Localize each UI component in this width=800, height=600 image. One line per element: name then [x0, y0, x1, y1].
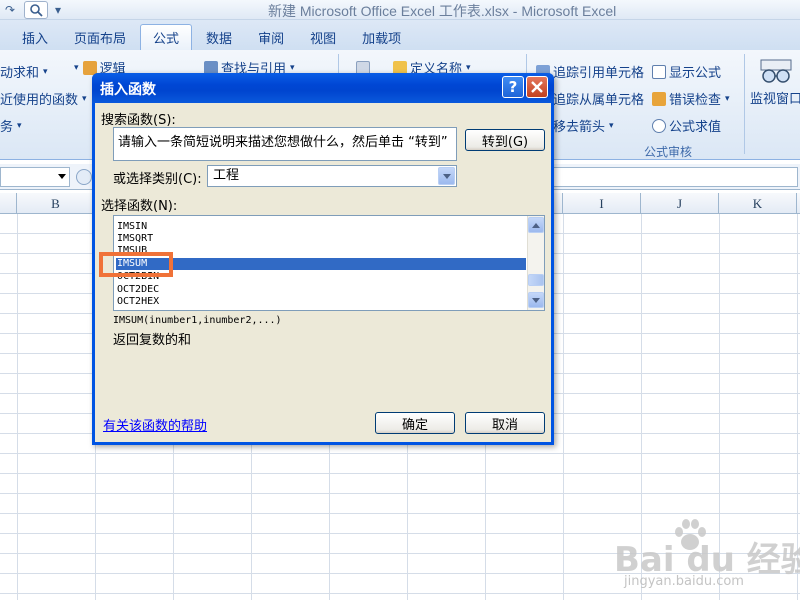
category-value: 工程	[213, 168, 240, 183]
chevron-down-icon: ▾	[82, 93, 87, 104]
error-checking-button[interactable]: 错误检查 ▾	[652, 89, 730, 108]
ribbon-tabs: 插入 页面布局 公式 数据 审阅 视图 加载项	[0, 20, 800, 50]
recent-functions-label: 近使用的函数	[0, 93, 79, 108]
tab-addins[interactable]: 加载项	[350, 24, 413, 50]
list-item[interactable]: IMSUB	[116, 245, 526, 257]
dialog-title-bar[interactable]: 插入函数 ?	[92, 73, 554, 103]
chevron-down-icon[interactable]	[58, 174, 66, 179]
scrollbar[interactable]	[527, 216, 544, 310]
watch-window-label: 监视窗口	[750, 92, 800, 107]
qat-dropdown-icon[interactable]: ▾	[48, 2, 68, 19]
autosum-button[interactable]: 动求和 ▾	[0, 62, 48, 81]
annotation-highlight	[99, 252, 173, 277]
close-button[interactable]	[526, 76, 548, 98]
chevron-down-icon: ▾	[43, 66, 48, 77]
goto-button[interactable]: 转到(G)	[465, 129, 545, 151]
chevron-down-icon: ▾	[17, 120, 22, 131]
search-icon[interactable]	[24, 1, 48, 19]
search-label: 搜索函数(S):	[101, 113, 176, 128]
tab-page-layout[interactable]: 页面布局	[62, 24, 138, 50]
tab-formulas[interactable]: 公式	[140, 24, 193, 50]
evaluate-formula-button[interactable]: 公式求值	[652, 116, 721, 135]
list-item[interactable]: OCT2HEX	[116, 296, 526, 308]
function-list-label: 选择函数(N):	[101, 199, 178, 214]
quick-access-toolbar: ↷ ▾	[0, 0, 68, 20]
category-label: 或选择类别(C):	[113, 172, 202, 187]
dialog-title: 插入函数	[100, 82, 156, 98]
column-header-j[interactable]: J	[641, 193, 719, 214]
tab-insert[interactable]: 插入	[10, 24, 60, 50]
close-icon	[531, 81, 543, 93]
watermark: Bai du 经验 jingyan.baidu.com	[614, 518, 800, 600]
category-select[interactable]: 工程	[207, 165, 457, 187]
cancel-button[interactable]: 取消	[465, 412, 545, 434]
finance-label: 务	[0, 120, 14, 135]
column-header-k[interactable]: K	[719, 193, 797, 214]
glasses-icon	[759, 58, 793, 84]
tab-review[interactable]: 审阅	[246, 24, 296, 50]
insert-function-dialog: 插入函数 ? 搜索函数(S): 请输入一条简短说明来描述您想做什么，然后单击 “…	[92, 73, 554, 445]
chevron-down-icon: ▾	[466, 62, 471, 73]
chevron-down-icon[interactable]	[438, 167, 455, 185]
fx-cancel-icon[interactable]	[76, 169, 92, 185]
tab-view[interactable]: 视图	[298, 24, 348, 50]
redo-icon[interactable]: ↷	[0, 2, 20, 19]
list-item[interactable]: OCT2DEC	[116, 284, 526, 296]
trace-dependents-label: 追踪从属单元格	[553, 93, 645, 108]
ribbon-separator	[744, 54, 745, 154]
title-bar: ↷ ▾ 新建 Microsoft Office Excel 工作表.xlsx -…	[0, 0, 800, 20]
scroll-thumb[interactable]	[528, 274, 544, 286]
show-formulas-label: 显示公式	[669, 66, 722, 81]
function-description: 返回复数的和	[113, 333, 192, 348]
window-title: 新建 Microsoft Office Excel 工作表.xlsx - Mic…	[268, 3, 617, 19]
list-item[interactable]: OCT2BIN	[116, 271, 526, 283]
search-input[interactable]: 请输入一条简短说明来描述您想做什么，然后单击 “转到”	[113, 127, 457, 161]
logical-icon	[82, 60, 97, 75]
evaluate-formula-label: 公式求值	[669, 120, 722, 135]
chevron-down-icon: ▾	[290, 62, 295, 73]
trace-precedents-label: 追踪引用单元格	[553, 66, 645, 81]
ok-button[interactable]: 确定	[375, 412, 455, 434]
evaluate-formula-icon	[652, 118, 666, 133]
column-header-i[interactable]: I	[563, 193, 641, 214]
chevron-down-icon: ▾	[609, 120, 614, 131]
scroll-up-icon[interactable]	[528, 217, 544, 233]
remove-arrows-label: 移去箭头	[553, 120, 606, 135]
tab-data[interactable]: 数据	[194, 24, 244, 50]
show-formulas-button[interactable]: 显示公式	[652, 62, 721, 81]
column-header-a[interactable]	[0, 193, 17, 214]
list-item-selected[interactable]: IMSUM	[116, 258, 526, 270]
autosum-label: 动求和	[0, 66, 40, 81]
column-header-b[interactable]: B	[17, 193, 95, 214]
chevron-down-icon: ▾	[74, 62, 79, 73]
error-checking-icon	[652, 91, 666, 106]
chevron-down-icon: ▾	[725, 93, 730, 104]
error-checking-label: 错误检查	[669, 93, 722, 108]
function-help-link[interactable]: 有关该函数的帮助	[103, 415, 207, 434]
scroll-down-icon[interactable]	[528, 292, 544, 308]
show-formulas-icon	[652, 64, 666, 79]
function-syntax: IMSUM(inumber1,inumber2,...)	[113, 315, 282, 326]
list-item[interactable]: IMSQRT	[116, 233, 526, 245]
list-item[interactable]: IMSIN	[116, 221, 526, 233]
watch-window-button[interactable]: 监视窗口	[750, 58, 800, 107]
help-button[interactable]: ?	[502, 76, 524, 98]
formula-auditing-group-label: 公式审核	[644, 145, 693, 159]
finance-button[interactable]: 务 ▾	[0, 116, 22, 135]
watermark-url: jingyan.baidu.com	[624, 574, 744, 589]
function-list[interactable]: IMSIN IMSQRT IMSUB IMSUM OCT2BIN OCT2DEC…	[113, 215, 545, 311]
recent-functions-button[interactable]: 近使用的函数 ▾	[0, 89, 87, 108]
